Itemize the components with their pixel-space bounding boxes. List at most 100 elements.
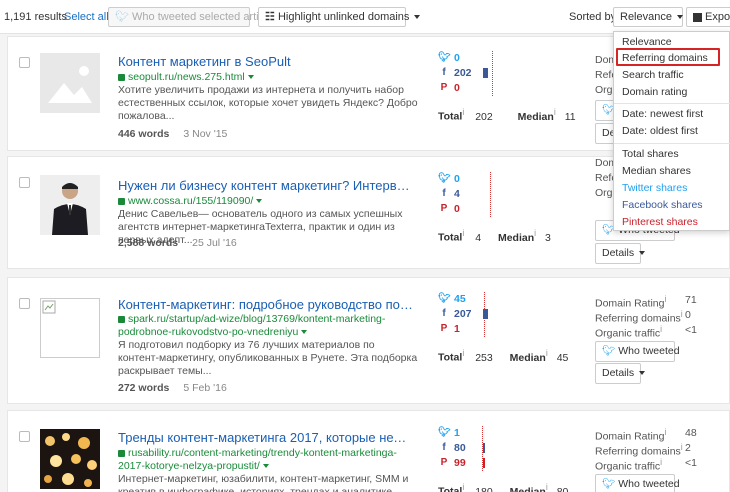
export-label: Expo [705,11,730,23]
total-label: Total [438,351,463,364]
info-icon: i [462,348,465,358]
article-url-text: seopult.ru/news.275.html [128,71,245,83]
share-counts: 🐦︎ 1 f 80 P 99 [438,426,568,471]
article-title-link[interactable]: Тренды контент-маркетинга 2017, которые … [118,430,413,445]
select-checkbox[interactable] [19,57,30,68]
who-tweeted-button[interactable]: 🐦︎ Who tweeted [595,341,680,362]
publish-date: 5 Feb '16 [183,382,227,394]
sort-option-domain-rating[interactable]: Domain rating [622,86,687,98]
median-label: Median [509,351,546,364]
who-tweeted-label: Who tweeted [618,478,680,490]
select-checkbox[interactable] [19,298,30,309]
twitter-icon: 🐦︎ [602,478,616,490]
result-card: Тренды контент-маркетинга 2017, которые … [7,410,730,492]
sort-dropdown-menu: Relevance Referring domains Search traff… [613,31,730,231]
info-icon: i [553,107,556,117]
results-toolbar: 1,191 results Select all 🐦︎ Who tweeted … [0,0,730,34]
article-snippet: Интернет-маркетинг, юзабилити, контент-м… [118,473,409,492]
results-count: 1,191 results [4,11,67,23]
article-thumbnail [40,429,100,489]
info-icon: i [462,482,465,492]
facebook-icon: f [442,442,446,453]
menu-divider [614,143,730,144]
referring-domains-value: 0 [685,309,691,321]
article-title-link[interactable]: Контент маркетинг в SeoPult [118,54,413,69]
sorted-by-label: Sorted by [569,11,617,23]
details-dropdown[interactable]: Details [595,363,646,384]
article-url[interactable]: www.cossa.ru/155/119090/ [118,195,263,207]
twitter-count: 0 [454,52,460,64]
highlight-unlinked-label: Highlight unlinked domains [277,11,410,23]
word-count: 446 words [118,128,170,140]
domain-rating-label: Domain Rating [595,297,665,310]
lock-icon [118,315,125,323]
article-title-link[interactable]: Контент-маркетинг: подробное руководство… [118,297,413,312]
chevron-down-icon [414,15,421,20]
organic-traffic-value: <1 [685,457,697,469]
sort-option-median-shares[interactable]: Median shares [622,165,691,177]
who-tweeted-selected-button[interactable]: 🐦︎ Who tweeted selected articles [108,7,278,27]
article-title-link[interactable]: Нужен ли бизнесу контент маркетинг? Инте… [118,178,413,193]
sort-option-twitter-shares[interactable]: Twitter shares [622,182,687,194]
organic-traffic-label: Organic traffic [595,327,661,340]
total-value: 4 [475,231,482,244]
chevron-down-icon[interactable] [256,199,263,204]
image-placeholder-icon [40,53,100,113]
pinterest-count: 1 [454,323,460,335]
highlight-unlinked-dropdown[interactable]: ☷ Highlight unlinked domains [258,7,421,27]
share-counts: 🐦︎ 0 f4 P0 [438,172,568,217]
facebook-icon: f [442,67,446,78]
organic-traffic-value: <1 [685,324,697,336]
chevron-down-icon[interactable] [262,464,269,469]
facebook-count: 207 [454,308,472,320]
who-tweeted-button[interactable]: 🐦︎ Who tweeted [595,474,680,492]
export-button[interactable]: Expo [686,7,730,27]
twitter-count: 0 [454,173,460,185]
article-url[interactable]: seopult.ru/news.275.html [118,71,254,83]
article-snippet: Хотите увеличить продажи из интернета и … [118,84,418,122]
info-icon: i [660,457,663,467]
sort-option-relevance[interactable]: Relevance [622,36,672,48]
article-metrics: Domain Ratingi 48 Referring domainsi 2 Org… [595,427,729,473]
chevron-down-icon[interactable] [301,330,308,335]
select-checkbox[interactable] [19,177,30,188]
referring-domains-value: 2 [685,442,691,454]
median-label: Median [509,485,546,492]
domain-rating-value: 71 [685,294,697,306]
select-checkbox[interactable] [19,431,30,442]
twitter-icon: 🐦︎ [438,427,451,438]
select-all-link[interactable]: Select all [64,11,109,23]
facebook-icon: f [442,188,446,199]
sort-option-date-newest[interactable]: Date: newest first [622,108,703,120]
article-url[interactable]: rusability.ru/content-marketing/trendy-k… [118,447,418,473]
total-value: 202 [475,110,493,123]
sort-option-referring-domains[interactable]: Referring domains [622,52,708,64]
facebook-bar [483,68,488,78]
sort-option-search-traffic[interactable]: Search traffic [622,69,684,81]
details-dropdown[interactable]: Details [595,243,646,264]
facebook-bar [483,443,485,453]
sort-option-pinterest-shares[interactable]: Pinterest shares [622,216,698,228]
details-label: Details [602,367,635,379]
twitter-bird-icon: 🐦︎ [115,11,129,23]
info-icon: i [462,107,465,117]
broken-image-icon [42,300,56,314]
chevron-down-icon[interactable] [247,75,254,80]
publish-date: 25 Jul '16 [192,237,237,249]
word-count: 2,588 words [118,237,179,249]
article-thumbnail-placeholder [40,53,100,113]
median-label: Median [517,110,554,123]
sort-dropdown[interactable]: Relevance [613,7,683,27]
publish-date: 3 Nov '15 [183,128,228,140]
facebook-count: 80 [454,442,466,454]
lock-icon [118,73,125,81]
facebook-icon: f [442,308,446,319]
article-url[interactable]: spark.ru/startup/ad-wize/blog/13769/kont… [118,313,418,339]
share-totals: Totali 180 Mediani 80 [438,482,568,492]
sort-option-facebook-shares[interactable]: Facebook shares [622,199,703,211]
lock-icon [118,449,125,457]
article-meta: 2,588 words 25 Jul '16 [118,237,237,249]
chevron-down-icon [639,251,646,256]
sort-option-date-oldest[interactable]: Date: oldest first [622,125,698,137]
sort-option-total-shares[interactable]: Total shares [622,148,679,160]
